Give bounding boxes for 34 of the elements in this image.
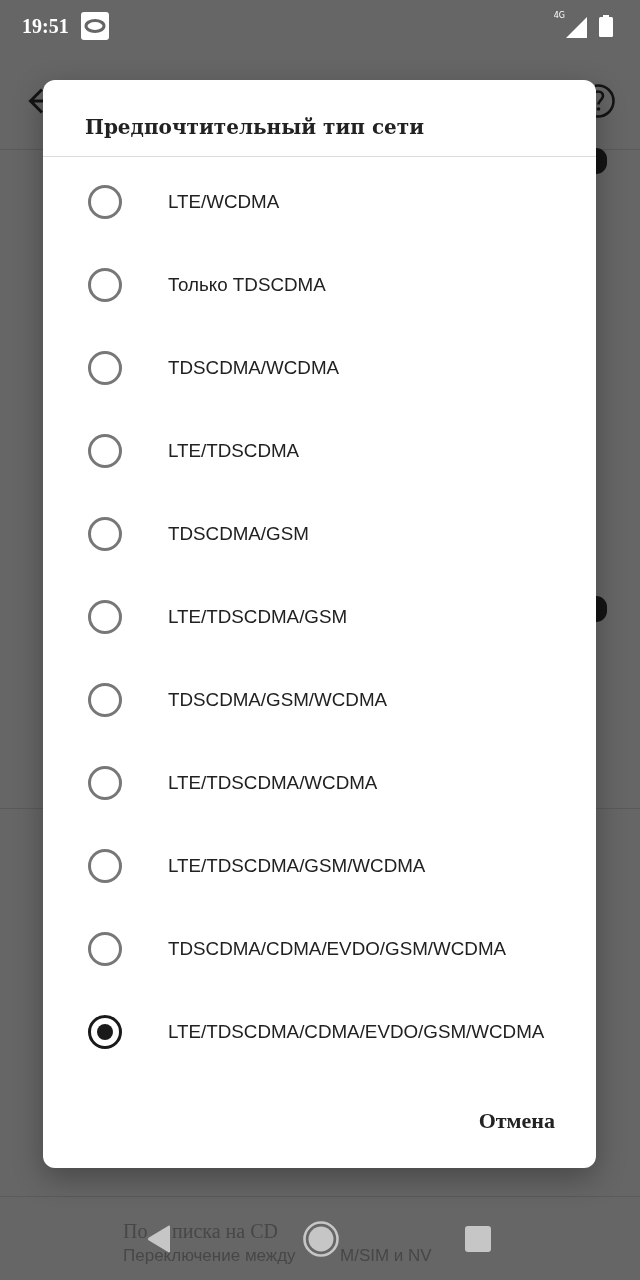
home-icon[interactable]: [303, 1221, 339, 1257]
switch-thumb[interactable]: [596, 596, 607, 622]
radio-button[interactable]: [88, 184, 122, 219]
option-label[interactable]: LTE/TDSCDMA/CDMA/EVDO/GSM/WCDMA: [168, 1019, 545, 1044]
option-label[interactable]: LTE/TDSCDMA/WCDMA: [168, 770, 378, 795]
option-label[interactable]: TDSCDMA/CDMA/EVDO/GSM/WCDMA: [168, 936, 507, 961]
option-label[interactable]: LTE/TDSCDMA: [168, 438, 300, 463]
radio-button[interactable]: [88, 599, 122, 634]
radio-button[interactable]: [88, 848, 122, 883]
option-label[interactable]: LTE/TDSCDMA/GSM: [168, 604, 348, 629]
radio-button[interactable]: [88, 765, 122, 800]
option-label[interactable]: TDSCDMA/WCDMA: [168, 355, 340, 380]
option-label[interactable]: LTE/TDSCDMA/GSM/WCDMA: [168, 853, 426, 878]
option-label[interactable]: Только TDSCDMA: [168, 272, 326, 297]
radio-button[interactable]: [88, 682, 122, 717]
signal-icon: [566, 16, 587, 38]
notification-icon: [80, 12, 109, 40]
radio-button[interactable]: [88, 931, 122, 966]
radio-button[interactable]: [88, 350, 122, 385]
option-label[interactable]: LTE/WCDMA: [168, 189, 280, 214]
option-label[interactable]: TDSCDMA/GSM/WCDMA: [168, 687, 388, 712]
dialog-title: Предпочтительный тип сети: [85, 114, 424, 141]
battery-icon: [599, 15, 613, 37]
radio-button[interactable]: [88, 516, 122, 551]
radio-button[interactable]: [88, 1014, 122, 1049]
status-time: 19:51: [22, 14, 69, 38]
cancel-button[interactable]: Отмена: [470, 1097, 563, 1145]
switch-thumb[interactable]: [596, 148, 607, 174]
radio-button[interactable]: [88, 433, 122, 468]
help-icon[interactable]: [595, 82, 616, 119]
network-type-label: 4G: [553, 11, 565, 21]
back-arrow-icon[interactable]: [28, 87, 43, 114]
radio-button[interactable]: [88, 267, 122, 302]
option-label[interactable]: TDSCDMA/GSM: [168, 521, 309, 546]
